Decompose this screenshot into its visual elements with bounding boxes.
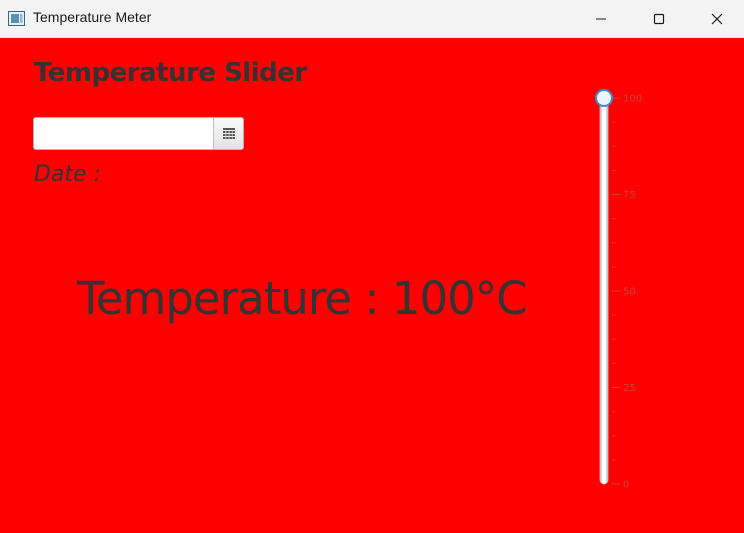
minimize-button[interactable]	[578, 0, 624, 38]
date-picker[interactable]	[33, 117, 244, 150]
app-window: Temperature Meter Temperature Slider Dat…	[0, 0, 744, 533]
page-title: Temperature Slider	[34, 58, 307, 88]
temperature-slider[interactable]: 100 75 50 25 0	[580, 78, 650, 498]
window-title: Temperature Meter	[33, 9, 152, 25]
slider-thumb[interactable]	[595, 89, 613, 107]
slider-tick-label: 25	[623, 383, 636, 394]
slider-tick-label: 75	[623, 190, 636, 201]
date-label: Date :	[34, 162, 101, 187]
maximize-icon	[653, 13, 665, 25]
main-content: Temperature Slider Date : Temperature : …	[0, 38, 744, 533]
calendar-icon	[222, 128, 235, 139]
minimize-icon	[596, 18, 606, 20]
slider-tick-label: 50	[623, 287, 636, 298]
app-icon	[8, 11, 25, 26]
maximize-button[interactable]	[636, 0, 682, 38]
temperature-label: Temperature : 100°C	[77, 272, 528, 325]
slider-track-highlight	[602, 98, 606, 484]
slider-tick-label: 0	[623, 480, 629, 491]
slider-tick-label: 100	[623, 94, 642, 105]
title-bar: Temperature Meter	[0, 0, 744, 38]
date-input[interactable]	[34, 118, 215, 149]
calendar-button[interactable]	[213, 118, 243, 149]
close-icon	[711, 13, 723, 25]
close-button[interactable]	[694, 0, 740, 38]
